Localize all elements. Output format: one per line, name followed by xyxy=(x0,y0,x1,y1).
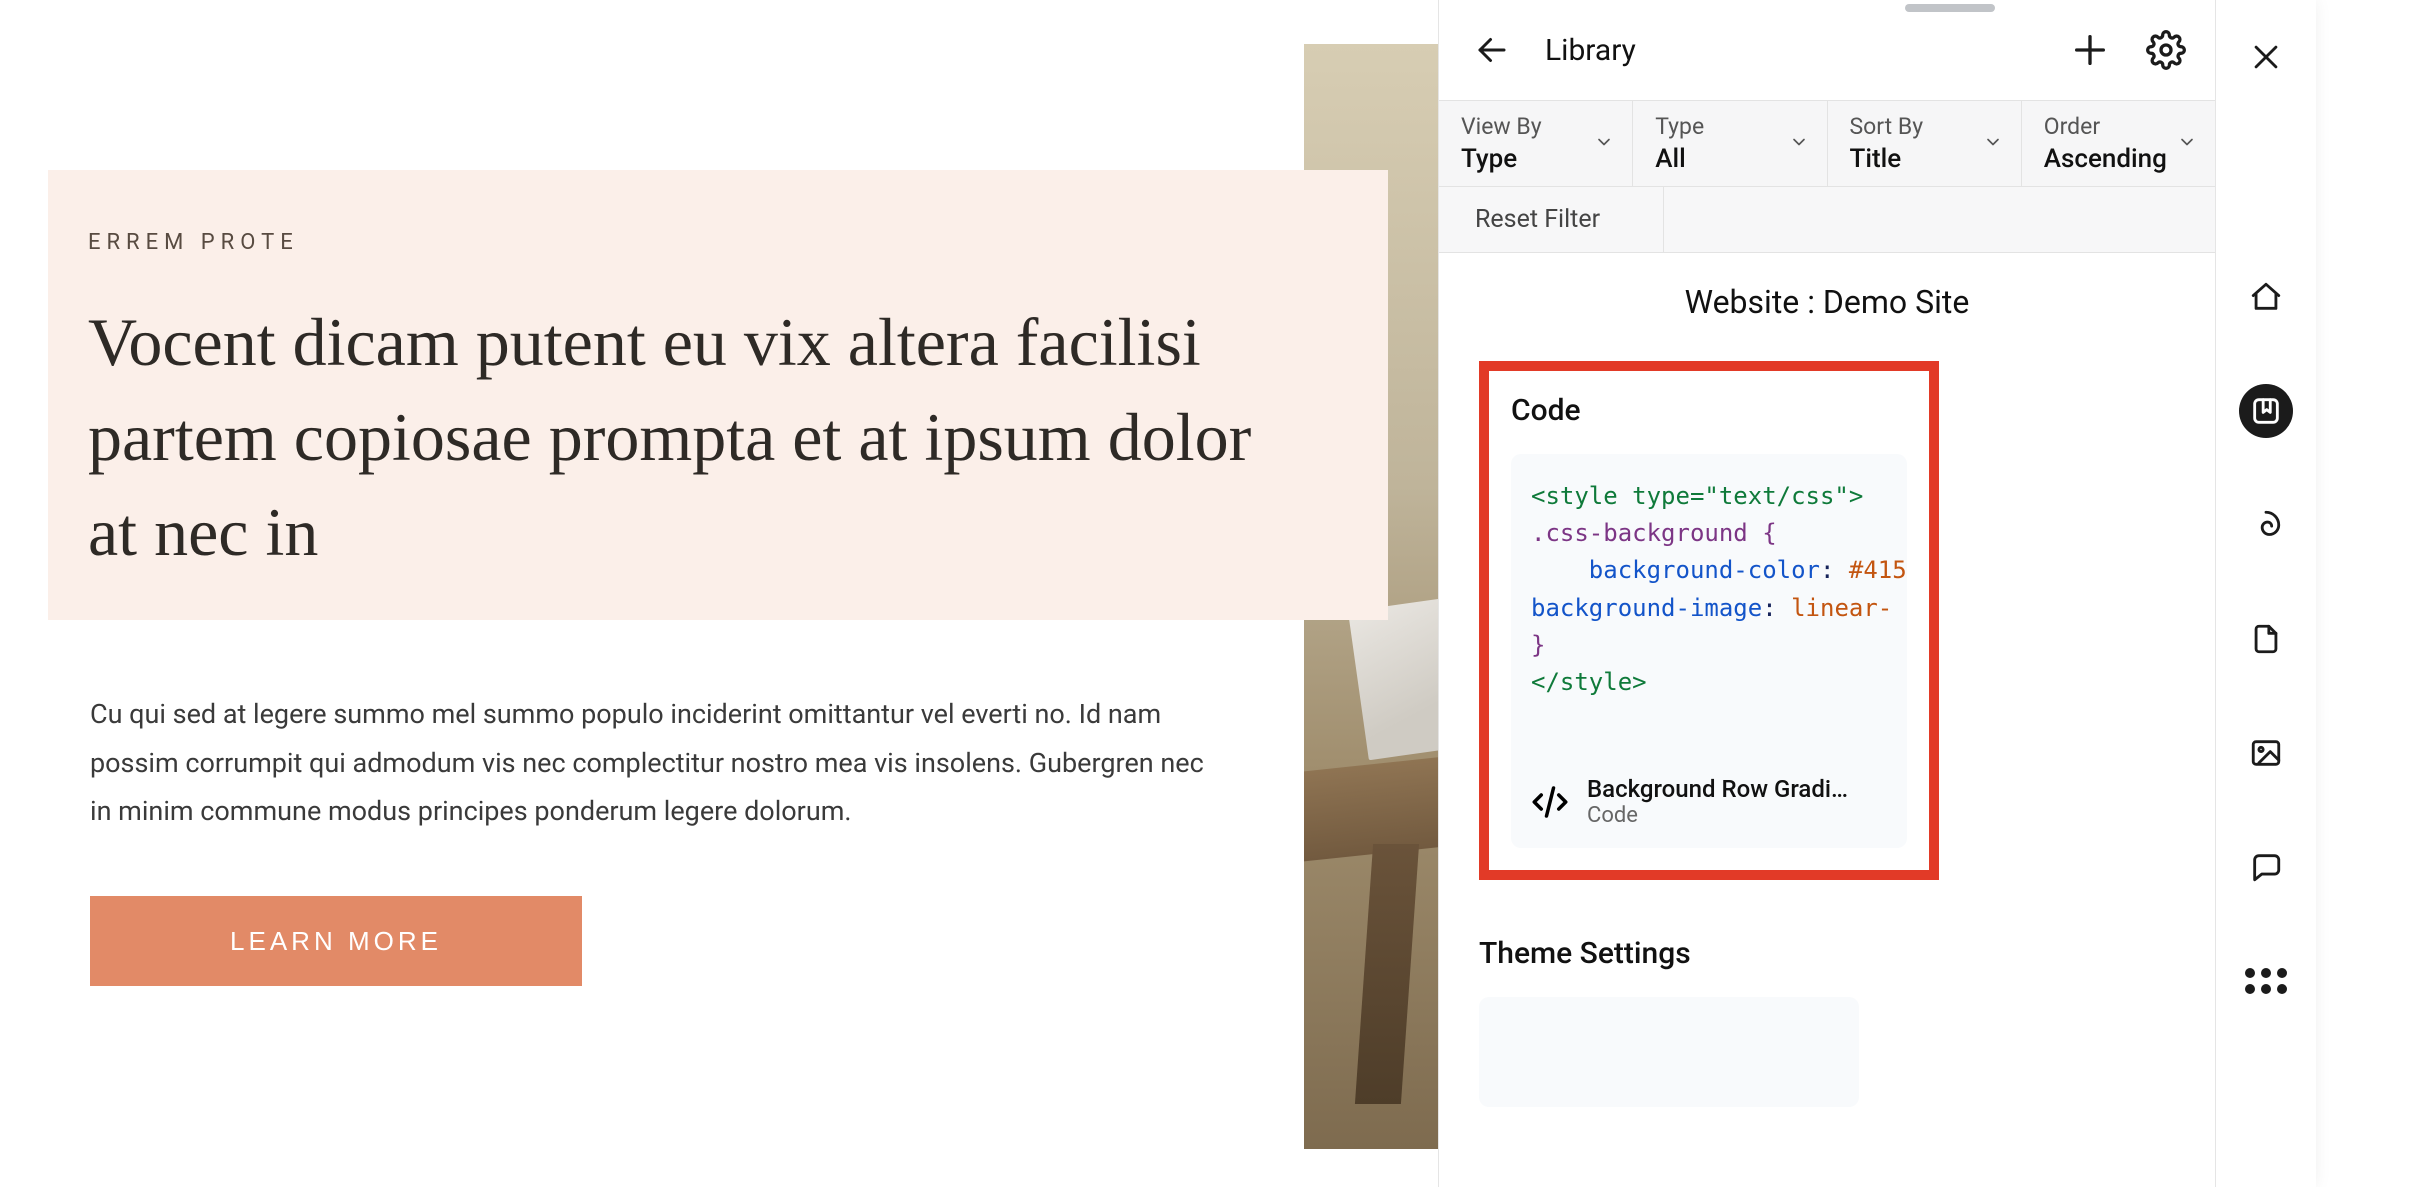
filter-row: View By Type Type All Sort By Title Orde… xyxy=(1439,100,2215,187)
rail-more-button[interactable] xyxy=(2239,954,2293,1008)
grid-icon xyxy=(2245,968,2287,994)
panel-drag-handle[interactable] xyxy=(1905,4,1995,12)
filter-sort-by[interactable]: Sort By Title xyxy=(1828,101,2022,186)
code-val: linear- xyxy=(1791,594,1892,622)
side-rail xyxy=(2216,0,2316,1187)
hero-headline: Vocent dicam putent eu vix altera facili… xyxy=(88,295,1316,581)
code-punc: : xyxy=(1820,556,1849,584)
code-card-highlight: Code <style type="text/css"> .css-backgr… xyxy=(1479,361,1939,880)
library-panel: Library View By Type Type All xyxy=(1439,0,2216,1187)
arrow-left-icon xyxy=(1474,32,1510,68)
theme-section: Theme Settings xyxy=(1479,936,2175,1107)
code-line: <style type="text/css"> xyxy=(1531,482,1863,510)
learn-more-button[interactable]: LEARN MORE xyxy=(90,896,582,986)
rail-library-button[interactable] xyxy=(2239,384,2293,438)
filter-value: Ascending xyxy=(2044,144,2193,174)
rail-link-button[interactable] xyxy=(2239,498,2293,552)
library-panel-wrap: Library View By Type Type All xyxy=(1438,0,2316,1187)
code-card[interactable]: <style type="text/css"> .css-background … xyxy=(1511,454,1907,848)
gear-icon xyxy=(2146,30,2186,70)
reset-row: Reset Filter xyxy=(1439,187,2215,253)
website-label: Website : Demo Site xyxy=(1479,283,2175,321)
code-card-title: Background Row Gradi… xyxy=(1587,775,1848,803)
panel-body: Website : Demo Site Code <style type="te… xyxy=(1439,253,2215,1187)
theme-card[interactable] xyxy=(1479,997,1859,1107)
filter-type[interactable]: Type All xyxy=(1633,101,1827,186)
chevron-down-icon xyxy=(1983,132,2003,156)
filter-label: Sort By xyxy=(1850,113,1999,140)
chevron-down-icon xyxy=(2177,132,2197,156)
code-preview: <style type="text/css"> .css-background … xyxy=(1511,454,1907,761)
filter-value: Type xyxy=(1461,144,1610,174)
code-card-meta: Background Row Gradi… Code xyxy=(1511,761,1907,848)
app-root: ERREM PROTE Vocent dicam putent eu vix a… xyxy=(0,0,2416,1187)
code-selector: .css-background xyxy=(1531,519,1748,547)
close-icon xyxy=(2249,40,2283,74)
hero-body: Cu qui sed at legere summo mel summo pop… xyxy=(90,690,1220,836)
table-leg xyxy=(1355,844,1419,1104)
filter-order[interactable]: Order Ascending xyxy=(2022,101,2215,186)
hero-eyebrow: ERREM PROTE xyxy=(88,230,1316,255)
rail-chat-button[interactable] xyxy=(2239,840,2293,894)
theme-section-title: Theme Settings xyxy=(1479,936,2175,971)
add-button[interactable] xyxy=(2067,27,2113,73)
code-brace: { xyxy=(1748,519,1777,547)
swirl-icon xyxy=(2249,508,2283,542)
rail-file-button[interactable] xyxy=(2239,612,2293,666)
chat-icon xyxy=(2249,850,2283,884)
rail-home-button[interactable] xyxy=(2239,270,2293,324)
chevron-down-icon xyxy=(1594,132,1614,156)
settings-button[interactable] xyxy=(2143,27,2189,73)
chevron-down-icon xyxy=(1789,132,1809,156)
page-preview: ERREM PROTE Vocent dicam putent eu vix a… xyxy=(0,0,1438,1187)
laptop-silhouette xyxy=(1348,598,1438,760)
panel-title: Library xyxy=(1545,33,2037,68)
image-icon xyxy=(2249,736,2283,770)
code-prop: background-image xyxy=(1531,594,1762,622)
bookmark-square-icon xyxy=(2249,394,2283,428)
reset-filter-button[interactable]: Reset Filter xyxy=(1439,187,1664,252)
code-val: #415 xyxy=(1849,556,1907,584)
home-icon xyxy=(2249,280,2283,314)
code-brace: } xyxy=(1531,631,1545,659)
filter-label: View By xyxy=(1461,113,1610,140)
code-punc: : xyxy=(1762,594,1791,622)
rail-image-button[interactable] xyxy=(2239,726,2293,780)
panel-header: Library xyxy=(1439,0,2215,100)
code-card-subtitle: Code xyxy=(1587,803,1848,828)
close-panel-button[interactable] xyxy=(2243,34,2289,80)
filter-view-by[interactable]: View By Type xyxy=(1439,101,1633,186)
filter-label: Type xyxy=(1655,113,1804,140)
filter-label: Order xyxy=(2044,113,2193,140)
code-line: </style> xyxy=(1531,668,1647,696)
code-icon xyxy=(1529,781,1571,823)
plus-icon xyxy=(2070,30,2110,70)
filter-value: Title xyxy=(1850,144,1999,174)
code-section-title: Code xyxy=(1511,393,1907,428)
file-icon xyxy=(2249,622,2283,656)
filter-value: All xyxy=(1655,144,1804,174)
hero-card: ERREM PROTE Vocent dicam putent eu vix a… xyxy=(48,170,1388,620)
code-prop: background-color xyxy=(1589,556,1820,584)
back-button[interactable] xyxy=(1469,27,1515,73)
